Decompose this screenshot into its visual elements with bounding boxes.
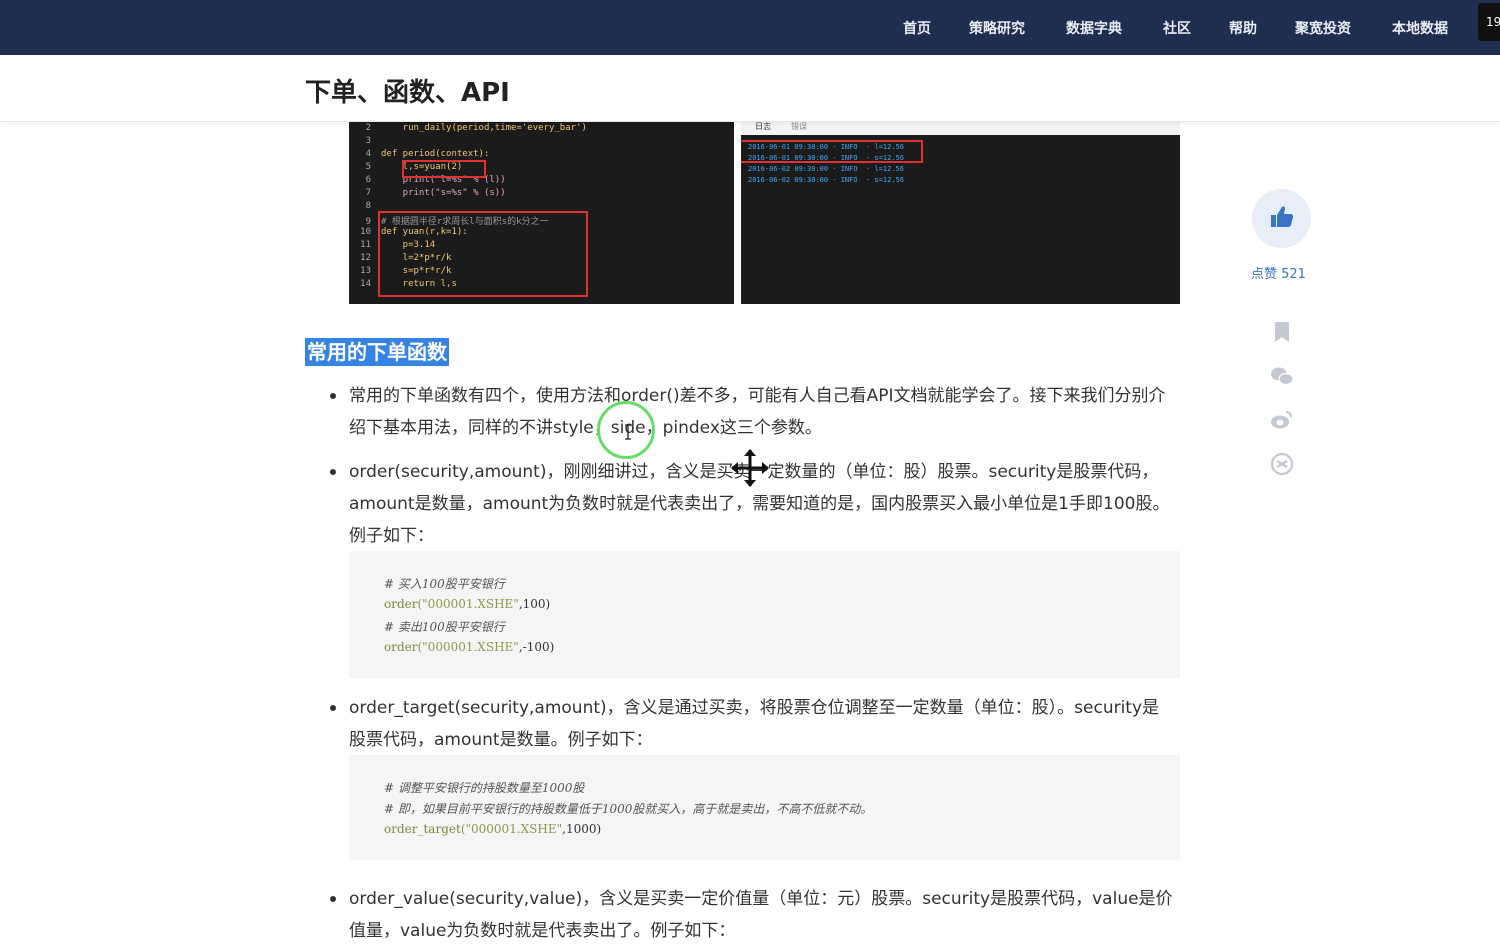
code-line: 2 run_daily(period,time='every_bar') — [365, 123, 587, 133]
highlight-box — [378, 211, 588, 297]
highlight-box — [402, 160, 486, 178]
nav-data-dictionary[interactable]: 数据字典 — [1066, 18, 1122, 38]
code-line: 4 def period(context): — [365, 149, 490, 159]
code-comment: # 调整平安银行的持股数量至1000股 — [384, 781, 585, 795]
wechat-icon[interactable] — [1270, 364, 1294, 388]
text-cursor-icon — [625, 424, 631, 440]
list-item: order_target(security,amount)，含义是通过买卖，将股… — [330, 692, 1174, 756]
code-line: order("000001.XSHE",100) — [384, 597, 551, 611]
nav-joinquant-invest[interactable]: 聚宽投资 — [1295, 18, 1351, 38]
list-item: order_value(security,value)，含义是买卖一定价值量（单… — [330, 883, 1174, 947]
code-block: # 买入100股平安银行 order("000001.XSHE",100) # … — [349, 551, 1180, 678]
code-comment: # 卖出100股平安银行 — [384, 620, 505, 634]
code-screenshot: 2 run_daily(period,time='every_bar') 3 4… — [349, 121, 734, 304]
nav-strategy-research[interactable]: 策略研究 — [969, 18, 1025, 38]
tab-log: 日志 — [755, 122, 771, 131]
page-title: 下单、函数、API — [305, 78, 510, 108]
nav-community[interactable]: 社区 — [1163, 18, 1191, 38]
like-count: 点赞 521 — [1251, 267, 1306, 282]
nav-local-data[interactable]: 本地数据 — [1392, 18, 1448, 38]
code-line: order("000001.XSHE",-100) — [384, 640, 555, 654]
code-comment: # 即，如果目前平安银行的持股数量低于1000股就买入，高于就是卖出，不高不低就… — [384, 802, 873, 816]
code-line: 7 print("s=%s" % (s)) — [365, 188, 506, 198]
log-line: 2016-06-02 09:30:00 - INFO - s=12.56 — [748, 176, 904, 184]
top-navbar: 首页 策略研究 数据字典 社区 帮助 聚宽投资 本地数据 19 — [0, 0, 1500, 55]
nav-corner-badge[interactable]: 19 — [1478, 3, 1500, 41]
thumbs-up-icon — [1271, 206, 1293, 227]
like-button[interactable] — [1252, 189, 1311, 248]
code-block: # 调整平安银行的持股数量至1000股 # 即，如果目前平安银行的持股数量低于1… — [349, 755, 1180, 860]
log-tabs: 日志 错误 — [741, 121, 1180, 135]
nav-home[interactable]: 首页 — [903, 18, 931, 38]
weibo-icon[interactable] — [1270, 408, 1294, 432]
code-line: 8 — [365, 201, 371, 211]
share-icon[interactable] — [1270, 452, 1294, 476]
bookmark-icon[interactable] — [1270, 320, 1294, 344]
section-heading: 常用的下单函数 — [305, 338, 449, 366]
log-screenshot: 日志 错误 2016-06-01 09:30:00 - INFO - l=12.… — [741, 121, 1180, 304]
code-comment: # 买入100股平安银行 — [384, 577, 505, 591]
nav-help[interactable]: 帮助 — [1229, 18, 1257, 38]
code-line: order_target("000001.XSHE",1000) — [384, 822, 602, 836]
code-line: 3 — [365, 136, 371, 146]
move-cursor-icon — [731, 449, 769, 487]
list-item: 常用的下单函数有四个，使用方法和order()差不多，可能有人自己看API文档就… — [330, 380, 1174, 444]
tab-error: 错误 — [791, 122, 807, 131]
log-line: 2016-06-02 09:30:00 - INFO - l=12.56 — [748, 165, 904, 173]
highlight-box — [741, 140, 923, 163]
title-bar: 下单、函数、API — [0, 55, 1500, 122]
